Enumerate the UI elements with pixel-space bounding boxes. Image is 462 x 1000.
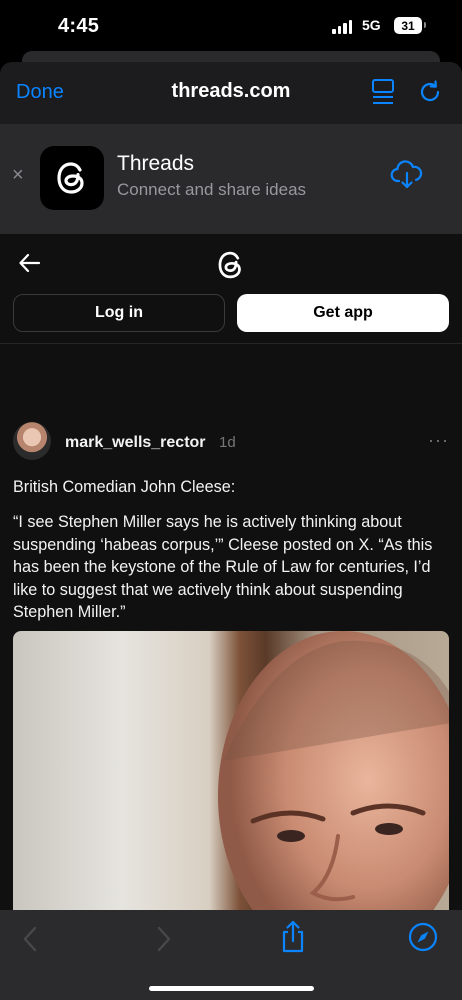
log-in-button[interactable]: Log in (13, 294, 225, 332)
more-options-icon[interactable]: ··· (428, 430, 449, 451)
compass-icon[interactable] (408, 922, 438, 952)
share-icon[interactable] (279, 920, 307, 954)
status-time: 4:45 (58, 15, 100, 37)
home-indicator (149, 986, 314, 991)
post-timestamp: 1d (219, 434, 236, 451)
avatar[interactable] (13, 422, 51, 460)
reader-icon[interactable] (371, 78, 397, 106)
post-text-paragraph: “I see Stephen Miller says he is activel… (13, 513, 433, 622)
get-app-button[interactable]: Get app (237, 294, 449, 332)
battery-icon: 31 (394, 17, 422, 34)
post-image[interactable] (13, 631, 449, 910)
divider (0, 343, 462, 344)
post-text-paragraph: British Comedian John Cleese: (13, 478, 236, 496)
safari-sheet: Done threads.com × Threads Connect and s… (0, 62, 462, 1000)
threads-logo-icon[interactable] (214, 246, 248, 284)
chevron-left-icon[interactable] (22, 926, 38, 952)
cellular-signal-icon (332, 20, 352, 34)
safari-nav-bar: Done threads.com (0, 62, 462, 124)
battery-tip (424, 22, 426, 28)
reload-icon[interactable] (416, 78, 444, 106)
post-username[interactable]: mark_wells_rector (65, 434, 206, 452)
battery-level: 31 (401, 18, 415, 33)
network-type: 5G (362, 17, 381, 33)
chevron-right-icon[interactable] (156, 926, 172, 952)
back-arrow-icon[interactable] (18, 252, 42, 274)
status-bar: 4:45 5G 31 (0, 0, 462, 56)
threads-webpage: Log in Get app mark_wells_rector 1d ··· … (0, 234, 462, 910)
banner-app-subtitle: Connect and share ideas (117, 180, 307, 199)
safari-toolbar (0, 910, 462, 1000)
cloud-download-icon[interactable] (390, 160, 424, 190)
close-icon[interactable]: × (12, 164, 24, 187)
banner-app-name: Threads (117, 152, 195, 175)
app-banner: × Threads Connect and share ideas (0, 124, 462, 234)
threads-app-icon[interactable] (40, 146, 104, 210)
